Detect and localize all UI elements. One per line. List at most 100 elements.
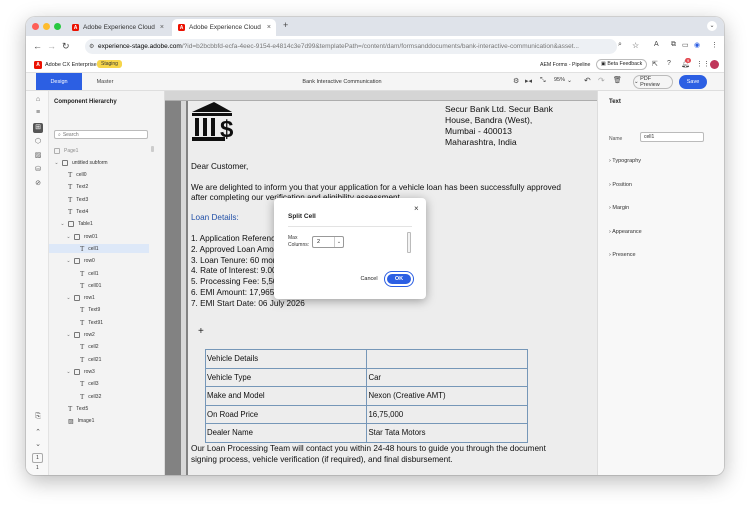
- link-icon[interactable]: ⊘: [34, 180, 42, 188]
- minimize-window-button[interactable]: [43, 23, 50, 30]
- select-tool-icon[interactable]: ⤡: [540, 77, 546, 85]
- hierarchy-item[interactable]: T Text2: [49, 183, 149, 192]
- property-section[interactable]: › Margin: [609, 205, 629, 211]
- image-icon[interactable]: ▨: [34, 152, 42, 160]
- hierarchy-item[interactable]: Tcell2: [49, 343, 149, 352]
- beta-feedback-button[interactable]: ▣ Beta Feedback: [596, 59, 648, 70]
- max-columns-stepper[interactable]: 2 ⌄: [312, 236, 344, 248]
- site-info-icon[interactable]: ⚙: [89, 43, 94, 50]
- hierarchy-item[interactable]: Tcell32: [49, 392, 149, 401]
- save-button[interactable]: Save: [679, 75, 707, 89]
- property-section[interactable]: › Presence: [609, 252, 636, 258]
- hierarchy-item[interactable]: Tcell1: [49, 269, 149, 278]
- hierarchy-item[interactable]: ⌄ row1: [49, 294, 149, 303]
- close-window-button[interactable]: [32, 23, 39, 30]
- forward-icon[interactable]: →: [47, 41, 56, 51]
- browser-tab[interactable]: A Adobe Experience Cloud ×: [66, 19, 169, 36]
- close-icon[interactable]: ×: [414, 204, 419, 213]
- hierarchy-item[interactable]: Tcell21: [49, 355, 149, 364]
- chevron-down-icon[interactable]: ⌄: [567, 77, 572, 84]
- hierarchy-item[interactable]: T Text4: [49, 208, 149, 217]
- hierarchy-icon[interactable]: ⊞: [33, 123, 43, 133]
- layout-icon[interactable]: ▸◂: [525, 77, 532, 85]
- property-section[interactable]: › Typography: [609, 158, 641, 164]
- pdf-preview-button[interactable]: ⌄ PDF Preview: [633, 75, 673, 89]
- hierarchy-item[interactable]: ▨ Image1: [49, 417, 149, 426]
- hierarchy-item[interactable]: Tcell01: [49, 281, 149, 290]
- zoom-icon[interactable]: ⌕: [618, 41, 622, 49]
- hierarchy-item-label: row2: [84, 332, 95, 338]
- name-field[interactable]: cell1: [640, 132, 704, 142]
- hierarchy-item[interactable]: ⌄ untitled subform: [49, 158, 149, 167]
- redo-icon[interactable]: ↷: [598, 76, 605, 85]
- search-input[interactable]: ⌕ Search: [54, 130, 148, 139]
- hierarchy-item[interactable]: ⌄ row01: [49, 232, 149, 241]
- reload-icon[interactable]: ↻: [62, 41, 70, 52]
- property-section[interactable]: › Appearance: [609, 229, 642, 235]
- chevron-up-icon[interactable]: ⌃: [34, 429, 42, 437]
- hierarchy-item[interactable]: ⌄ row0: [49, 257, 149, 266]
- translate-icon[interactable]: A: [654, 41, 659, 48]
- panel-scrollbar[interactable]: [151, 146, 154, 152]
- chevron-down-icon[interactable]: ⌄: [334, 237, 343, 247]
- text-icon: T: [80, 392, 85, 401]
- chevron-down-icon[interactable]: ⌄: [60, 221, 65, 227]
- data-icon[interactable]: ⛁: [34, 166, 42, 174]
- page-number-box[interactable]: 1: [32, 453, 43, 463]
- hierarchy-item[interactable]: T Text5: [49, 404, 149, 413]
- chevron-down-icon[interactable]: ⌄: [54, 160, 59, 166]
- maximize-window-button[interactable]: [54, 23, 61, 30]
- chevron-down-icon[interactable]: ⌄: [66, 369, 71, 375]
- zoom-level[interactable]: 95%: [554, 77, 565, 83]
- home-icon[interactable]: ⌂: [34, 96, 42, 104]
- tab-search-icon[interactable]: ⌄: [707, 21, 717, 31]
- chevron-down-icon[interactable]: ⌄: [34, 441, 42, 449]
- hierarchy-item[interactable]: T Text9: [49, 306, 149, 315]
- split-view-icon[interactable]: ▭: [682, 41, 689, 49]
- hierarchy-item[interactable]: T Text3: [49, 195, 149, 204]
- share-icon[interactable]: ⇱: [652, 60, 658, 68]
- extensions-icon[interactable]: ⧉: [671, 41, 676, 49]
- delete-icon[interactable]: 🗑︎: [613, 76, 622, 84]
- dialog-scrollbar[interactable]: [407, 232, 411, 253]
- close-tab-icon[interactable]: ×: [267, 24, 271, 31]
- user-avatar[interactable]: [710, 60, 719, 69]
- search-placeholder: Search: [62, 131, 79, 138]
- chevron-down-icon[interactable]: ⌄: [66, 234, 71, 240]
- url-field[interactable]: ⚙ experience-stage.adobe.com/?id=b2bcbbf…: [85, 39, 617, 54]
- chevron-down-icon[interactable]: ⌄: [66, 258, 71, 264]
- copy-icon[interactable]: ⎘: [34, 413, 42, 421]
- profile-icon[interactable]: ◉: [694, 41, 700, 49]
- ok-button[interactable]: OK: [387, 274, 411, 284]
- menu-icon[interactable]: ≡: [34, 109, 42, 117]
- apps-grid-icon[interactable]: ⋮⋮: [696, 60, 710, 68]
- close-tab-icon[interactable]: ×: [160, 24, 164, 31]
- tab-design[interactable]: Design: [36, 73, 82, 90]
- cancel-button[interactable]: Cancel: [357, 274, 381, 284]
- bookmark-star-icon[interactable]: ☆: [632, 41, 639, 50]
- browser-tab-active[interactable]: A Adobe Experience Cloud ×: [172, 19, 276, 36]
- hierarchy-item[interactable]: T Text91: [49, 318, 149, 327]
- chevron-down-icon[interactable]: ⌄: [66, 332, 71, 338]
- pipeline-selector[interactable]: AEM Forms - Pipeline: [540, 62, 590, 68]
- tab-master[interactable]: Master: [88, 73, 122, 90]
- search-icon: ⌕: [58, 131, 61, 138]
- back-icon[interactable]: ←: [33, 41, 42, 51]
- container-icon: [74, 295, 80, 302]
- gear-icon[interactable]: ⚙: [513, 77, 519, 85]
- hierarchy-item[interactable]: Tcell0: [49, 171, 149, 180]
- property-section[interactable]: › Position: [609, 182, 632, 188]
- new-tab-icon[interactable]: +: [283, 20, 288, 30]
- undo-icon[interactable]: ↶: [584, 76, 591, 85]
- hierarchy-item[interactable]: Page1: [49, 146, 149, 155]
- hierarchy-item[interactable]: Tcell1: [49, 244, 149, 254]
- hierarchy-item-label: Text3: [76, 196, 89, 203]
- hierarchy-item[interactable]: ⌄ Table1: [49, 220, 149, 229]
- hierarchy-item[interactable]: Tcell3: [49, 380, 149, 389]
- help-icon[interactable]: ?: [667, 60, 671, 67]
- browser-menu-icon[interactable]: ⋮: [711, 41, 718, 49]
- components-icon[interactable]: ⬡: [34, 138, 42, 146]
- chevron-down-icon[interactable]: ⌄: [66, 295, 71, 301]
- hierarchy-item[interactable]: ⌄ row3: [49, 367, 149, 376]
- hierarchy-item[interactable]: ⌄ row2: [49, 331, 149, 340]
